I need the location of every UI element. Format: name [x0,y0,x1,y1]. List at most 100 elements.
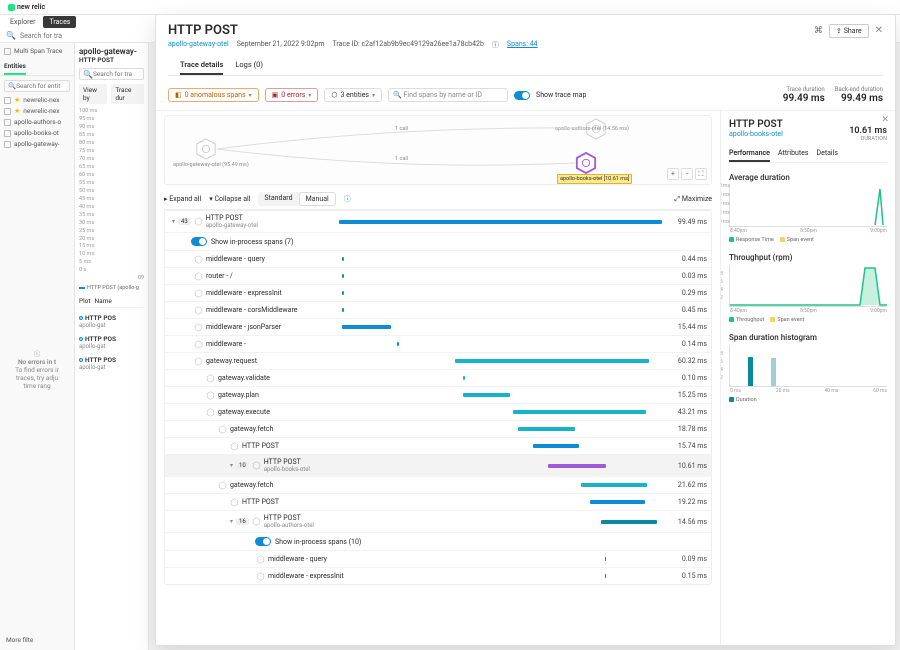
expand-all-button[interactable]: ▸ Expand all [164,195,201,203]
hex-icon [252,461,261,470]
chevron-down-icon[interactable]: ▾ [172,218,175,225]
share-button[interactable]: ⇪Share [829,24,869,38]
span-duration: 18.78 ms [665,425,707,433]
tab-explorer[interactable]: Explorer [4,16,41,28]
span-row[interactable]: gateway.request60.32 ms [165,352,711,369]
span-label: middleware - jsonParser [206,323,336,331]
show-inprocess-toggle[interactable]: Show in-process spans (10) [165,532,711,550]
hex-icon [206,391,215,400]
span-row[interactable]: ▾16HTTP POSTapollo-authors-otel14.56 ms [165,510,711,532]
sidebar-tab-entities[interactable]: Entities [4,59,26,75]
multi-span-checkbox[interactable]: Multi Span Trace [4,47,70,55]
standard-mode-button[interactable]: Standard [258,192,298,206]
fit-button[interactable]: ⛶ [695,168,707,180]
show-trace-map-toggle[interactable] [514,91,530,100]
span-row[interactable]: middleware - expressInit0.15 ms [165,567,711,584]
detail-service-link[interactable]: apollo-books-otel [729,130,783,138]
brand-logo[interactable]: new relic [8,3,45,11]
trace-row[interactable]: HTTP POSapollo-gat [79,356,144,371]
trace-search-input[interactable] [93,70,140,78]
span-duration: 0.15 ms [665,572,707,580]
span-bar-zone [363,480,662,490]
entity-item[interactable]: ★newrelic-nex [4,96,70,104]
span-label: middleware - expressInit [206,289,336,297]
spans-link[interactable]: Spans: 44 [507,40,538,50]
span-row[interactable]: middleware - corsMiddleware0.45 ms [165,301,711,318]
span-row[interactable]: HTTP POST15.74 ms [165,437,711,454]
view-mode-segment: Standard Manual [258,192,335,206]
span-bar-zone [339,254,662,264]
entity-item[interactable]: apollo-authors-o [4,118,70,126]
span-duration: 0.44 ms [665,255,707,263]
span-row[interactable]: middleware - query0.09 ms [165,550,711,567]
entity-item[interactable]: apollo-gateway- [4,140,70,148]
detail-duration-value: 10.61 ms [849,126,887,136]
span-list-toolbar: ▸ Expand all ▾ Collapse all Standard Man… [164,189,712,210]
tab-performance[interactable]: Performance [729,146,770,162]
panel-service-link[interactable]: apollo-gateway-otel [168,40,229,50]
hex-icon [194,272,203,281]
close-panel-button[interactable]: ✕ [875,25,883,36]
span-label: HTTP POST [242,498,372,506]
span-row[interactable]: HTTP POST19.22 ms [165,493,711,510]
close-detail-button[interactable]: ✕ [881,115,889,125]
query-builder-icon[interactable]: ⌘ [814,26,823,36]
span-row[interactable]: ▾10HTTP POSTapollo-books-otel10.61 ms [165,454,711,476]
zoom-in-button[interactable]: + [667,168,679,180]
chevron-down-icon[interactable]: ▾ [230,462,233,469]
show-inprocess-toggle[interactable]: Show in-process spans (7) [165,232,711,250]
span-row[interactable]: gateway.plan15.25 ms [165,386,711,403]
trace-row[interactable]: HTTP POSapollo-gat [79,335,144,350]
span-list: ▾43HTTP POSTapollo-gateway-otel99.49 msS… [164,210,712,585]
zoom-out-button[interactable]: − [681,168,693,180]
manual-mode-button[interactable]: Manual [299,192,336,206]
entity-item[interactable]: apollo-books-ot [4,129,70,137]
view-by-select[interactable]: Trace dur [111,84,144,104]
span-row[interactable]: middleware - jsonParser15.44 ms [165,318,711,335]
span-duration: 0.14 ms [665,340,707,348]
info-icon[interactable]: ⓘ [344,194,351,204]
span-bar-zone [339,288,662,298]
more-filters-link[interactable]: More filte [6,636,33,644]
errors-pill[interactable]: ▣0 errors▾ [265,88,319,102]
map-node-books[interactable] [575,152,597,174]
info-icon[interactable]: ⓘ [492,40,499,50]
span-detail-panel: ✕ HTTP POST apollo-books-otel 10.61 ms D… [720,111,895,645]
tab-traces[interactable]: Traces [43,16,76,28]
span-label: HTTP POSTapollo-books-otel [264,458,394,473]
span-label: gateway.fetch [230,425,360,433]
hex-icon [194,357,203,366]
trace-map[interactable]: apollo-gateway-otel (95.49 ms) apollo-au… [164,115,712,185]
entity-item[interactable]: ★newrelic-nex [4,107,70,115]
tab-details[interactable]: Details [817,146,838,162]
entities-pill[interactable]: ⬡3 entities▾ [324,88,382,102]
span-row[interactable]: ▾43HTTP POSTapollo-gateway-otel99.49 ms [165,211,711,232]
span-row[interactable]: gateway.fetch 18.78 ms [165,420,711,437]
tab-trace-details[interactable]: Trace details [180,56,223,75]
trace-row[interactable]: HTTP POSapollo-gat [79,314,144,329]
anomalous-spans-pill[interactable]: ◧0 anomalous spans▾ [168,88,259,102]
span-duration: 21.62 ms [665,481,707,489]
tab-attributes[interactable]: Attributes [778,146,809,162]
mid-title: apollo-gateway- [79,47,144,56]
find-spans-input[interactable]: 🔍 Find spans by name or ID [388,88,508,102]
search-icon: 🔍 [393,91,402,99]
span-row[interactable]: gateway.validate0.10 ms [165,369,711,386]
maximize-button[interactable]: ⤢ Maximize [674,195,712,204]
chevron-down-icon[interactable]: ▾ [230,518,233,525]
span-bar-zone [401,554,662,564]
span-row[interactable]: gateway.fetch 21.62 ms [165,476,711,493]
entity-search[interactable]: 🔍 [4,80,70,92]
span-row[interactable]: router - /0.03 ms [165,267,711,284]
entity-search-input[interactable] [16,82,66,90]
span-label: gateway.fetch [230,481,360,489]
span-row[interactable]: middleware - query0.44 ms [165,250,711,267]
collapse-all-button[interactable]: ▾ Collapse all [209,195,250,203]
map-node-gateway[interactable] [195,138,217,160]
tab-logs[interactable]: Logs (0) [235,56,263,75]
span-row[interactable]: middleware - expressInit0.29 ms [165,284,711,301]
span-bar-zone [397,517,662,527]
span-row[interactable]: gateway.execute43.21 ms [165,403,711,420]
trace-search[interactable]: 🔍 [79,68,144,80]
span-row[interactable]: middleware - 0.14 ms [165,335,711,352]
